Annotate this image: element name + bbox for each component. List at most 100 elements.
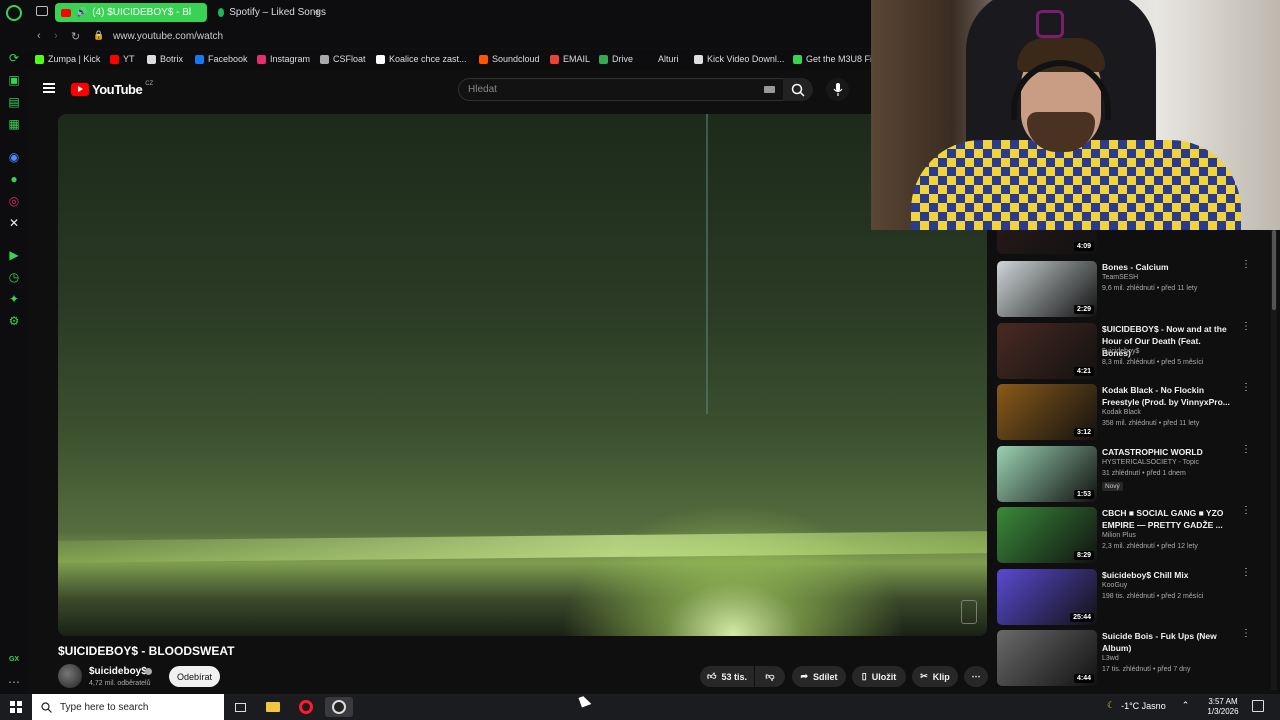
clip-button[interactable]: ✂ Klip (912, 666, 958, 687)
file-explorer-icon[interactable] (259, 697, 287, 717)
bookmark-item[interactable]: Zumpa | Kick (35, 54, 100, 64)
gx-control-icon[interactable]: ⟳ (7, 51, 21, 65)
video-thumbnail[interactable]: 4:44 (997, 630, 1097, 686)
recommendation-channel[interactable]: Milion Plus (1102, 532, 1136, 539)
bookmark-item[interactable]: Instagram (257, 54, 310, 64)
save-button[interactable]: ▯ Uložit (852, 666, 906, 687)
recommendation-item[interactable]: 4:21 $UICIDEBOY$ - Now and at the Hour of… (997, 321, 1267, 379)
recommendation-channel[interactable]: Kodak Black (1102, 409, 1141, 416)
recommendation-item[interactable]: 3:12 Kodak Black - No Flockin Freestyle (… (997, 383, 1267, 440)
new-tab-button[interactable]: + (314, 5, 321, 19)
scrollbar-thumb[interactable] (1272, 230, 1276, 310)
opera-gx-logo-icon[interactable] (6, 5, 22, 21)
forward-icon[interactable]: › (54, 30, 58, 42)
bookmark-item[interactable]: YT (110, 54, 135, 64)
more-options-icon[interactable]: ⋮ (1241, 383, 1251, 393)
bookmark-item[interactable]: Soundcloud (479, 54, 540, 64)
reload-icon[interactable]: ↻ (71, 30, 80, 43)
speaker-icon[interactable]: 🔊 (76, 7, 87, 18)
recommendation-item[interactable]: 2:29 Bones - Calcium TeamSESH 9,6 mil. zhlé… (997, 260, 1267, 317)
bookmark-item[interactable]: Drive (599, 54, 633, 64)
video-thumbnail[interactable]: 3:12 (997, 384, 1097, 440)
bookmark-item[interactable]: Kick Video Downl... (694, 54, 784, 64)
recommendation-item[interactable]: 4:44 Suicide Bois - Fuk Ups (New Album) L3… (997, 629, 1267, 686)
channel-name[interactable]: $uicideboy$ (89, 666, 147, 677)
more-options-icon[interactable]: ⋮ (1241, 321, 1251, 331)
taskbar-clock[interactable]: 3:57 AM 1/3/2026 (1200, 697, 1246, 717)
more-options-icon[interactable]: ⋮ (1241, 567, 1251, 577)
more-options-icon[interactable]: ⋮ (1241, 506, 1251, 516)
windows-start-icon[interactable] (10, 701, 22, 713)
recommendation-title[interactable]: $uicideboy$ Chill Mix (1102, 569, 1230, 581)
bookmark-label: Drive (612, 54, 634, 64)
more-options-icon[interactable]: ⋮ (1241, 260, 1251, 270)
tray-overflow-icon[interactable]: ⌃ (1182, 700, 1190, 711)
history-icon[interactable]: ◷ (7, 270, 21, 284)
instagram-icon[interactable]: ◎ (7, 194, 21, 208)
recommendation-item[interactable]: 1:53 CATASTROPHIC WORLD HYSTERICALSOCIETY … (997, 444, 1267, 502)
weather-widget[interactable]: ☾ -1°C Jasno ⌃ (1107, 700, 1189, 711)
extensions-icon[interactable]: ✦ (7, 292, 21, 306)
subscribe-button[interactable]: Odebírat (169, 666, 220, 687)
video-thumbnail[interactable]: 8:29 (997, 507, 1097, 563)
video-thumbnail[interactable]: 4:09 (997, 230, 1097, 254)
recommendation-title[interactable]: Suicide Bois - Fuk Ups (New Album) (1102, 630, 1230, 654)
keyboard-icon[interactable] (764, 86, 775, 93)
share-button[interactable]: ➦ Sdílet (792, 666, 846, 687)
messenger-icon[interactable]: ◉ (7, 150, 21, 164)
video-player[interactable] (58, 114, 987, 636)
video-thumbnail[interactable]: 4:21 (997, 322, 1097, 379)
recommendation-channel[interactable]: TeamSESH (1102, 274, 1138, 281)
recommendation-channel[interactable]: L3wd (1102, 655, 1119, 662)
more-options-icon[interactable]: ⋮ (1241, 629, 1251, 639)
music-player-icon[interactable]: ▶ (7, 248, 21, 262)
recommendation-title[interactable]: CATASTROPHIC WORLD (1102, 446, 1230, 458)
recommendation-item[interactable]: 8:29 CBCH ■ SOCIAL GANG ■ YZO EMPIRE — PR… (997, 506, 1267, 563)
more-actions-button[interactable]: ⋯ (964, 666, 988, 687)
bookmark-item[interactable]: CSFloat (320, 54, 366, 64)
taskbar-search-input[interactable]: Type here to search (32, 694, 224, 720)
obs-icon[interactable] (325, 697, 353, 717)
recommendation-channel[interactable]: KooGuy (1102, 582, 1127, 589)
search-button[interactable] (783, 78, 813, 101)
whatsapp-icon[interactable]: ● (7, 172, 21, 186)
gx-corner-icon[interactable]: ▣ (7, 73, 21, 87)
bookmark-item[interactable]: Koalice chce zast... (376, 54, 467, 64)
video-thumbnail[interactable]: 25:44 (997, 568, 1097, 625)
url-field[interactable]: www.youtube.com/watch (113, 31, 223, 42)
bookmark-item[interactable]: Alturi (658, 54, 679, 64)
recommendation-channel[interactable]: $uicideboy$ (1102, 348, 1139, 355)
recommendation-title[interactable]: Kodak Black - No Flockin Freestyle (Prod… (1102, 384, 1230, 408)
voice-search-button[interactable] (826, 78, 849, 101)
recommendation-title[interactable]: Bones - Calcium (1102, 261, 1230, 273)
menu-icon[interactable] (43, 83, 55, 93)
channel-watermark-icon[interactable] (961, 600, 977, 624)
workspace-icon[interactable] (36, 6, 48, 16)
video-thumbnail[interactable]: 1:53 (997, 445, 1097, 502)
bookmark-item[interactable]: Facebook (195, 54, 248, 64)
task-view-icon[interactable] (226, 697, 254, 717)
recommendation-channel[interactable]: HYSTERICALSOCIETY - Topic (1102, 459, 1199, 466)
player-icon[interactable]: ▦ (7, 117, 21, 131)
dislike-button[interactable]: 👎︎ (755, 666, 785, 687)
more-icon[interactable]: ⋯ (7, 675, 21, 689)
twitch-icon[interactable]: ▤ (7, 95, 21, 109)
bookmark-item[interactable]: Get the M3U8 Fil (793, 54, 874, 64)
like-button[interactable]: 👍︎ 53 tis. (700, 666, 754, 687)
back-icon[interactable]: ‹ (37, 30, 41, 42)
x-twitter-icon[interactable]: ✕ (7, 216, 21, 230)
recommendation-item[interactable]: 4:093,3 mil. zhlédnutí • před 5 měsíci (997, 230, 1267, 254)
search-input[interactable]: Hledat (458, 78, 784, 101)
video-thumbnail[interactable]: 2:29 (997, 261, 1097, 317)
bookmark-item[interactable]: Botrix (147, 54, 183, 64)
more-options-icon[interactable]: ⋮ (1241, 444, 1251, 454)
notification-icon[interactable] (1252, 700, 1264, 712)
tab-youtube[interactable]: 🔊 (4) $UICIDEBOY$ - Bl (55, 3, 207, 22)
bookmark-item[interactable]: EMAIL (550, 54, 590, 64)
youtube-logo[interactable]: YouTube CZ (71, 81, 153, 97)
recommendation-item[interactable]: 25:44 $uicideboy$ Chill Mix KooGuy 198 tis.… (997, 567, 1267, 625)
settings-icon[interactable]: ⚙ (7, 314, 21, 328)
channel-avatar[interactable] (58, 664, 82, 688)
opera-icon[interactable] (292, 697, 320, 717)
recommendation-title[interactable]: CBCH ■ SOCIAL GANG ■ YZO EMPIRE — PRETTY… (1102, 507, 1230, 531)
